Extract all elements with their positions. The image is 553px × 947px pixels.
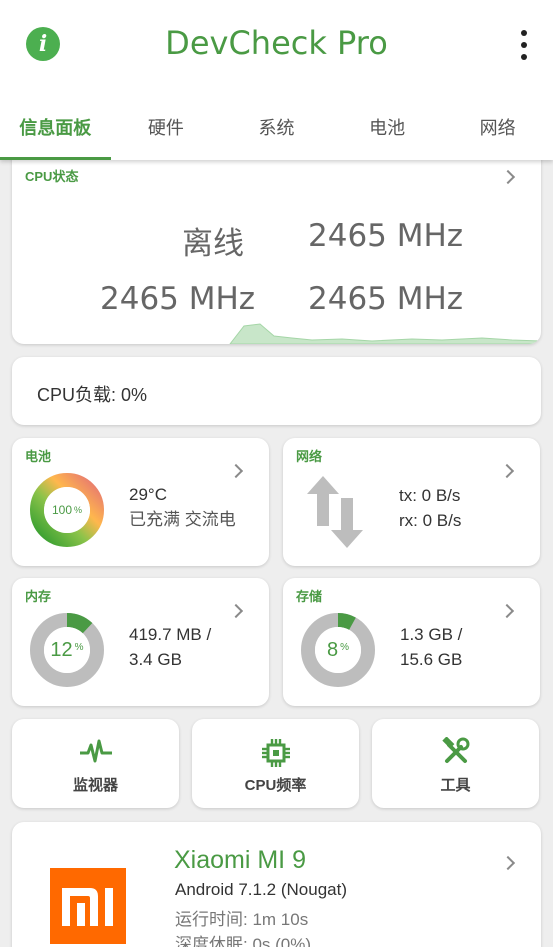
storage-usage-ring: 8 % (301, 613, 375, 687)
battery-status: 已充满 交流电 (129, 510, 236, 529)
memory-label: 内存 (25, 589, 52, 604)
tab-bar: 信息面板 硬件 系统 电池 网络 (0, 96, 553, 160)
memory-usage-ring: 12 % (30, 613, 104, 687)
chevron-right-icon (499, 463, 515, 479)
cpu-status-label: CPU状态 (25, 169, 79, 184)
device-name: Xiaomi MI 9 (174, 846, 306, 874)
tab-hardware[interactable]: 硬件 (111, 96, 222, 160)
storage-percent-unit: % (340, 641, 350, 653)
battery-level-ring: 100 % (30, 473, 104, 547)
android-version: Android 7.1.2 (Nougat) (175, 880, 347, 899)
chevron-right-icon (499, 603, 515, 619)
app-title: DevCheck Pro (165, 24, 388, 62)
pulse-icon (79, 739, 112, 763)
tab-network[interactable]: 网络 (442, 96, 553, 160)
tab-battery[interactable]: 电池 (332, 96, 443, 160)
more-options-icon[interactable] (517, 30, 531, 60)
battery-card[interactable]: 电池 100 % 29°C 已充满 交流电 (12, 438, 269, 566)
memory-percent-unit: % (74, 641, 84, 653)
chip-icon (261, 739, 290, 767)
cpu-core-2: 2465 MHz (100, 281, 256, 317)
cpu-core-1: 2465 MHz (308, 218, 464, 254)
monitor-label: 监视器 (72, 777, 118, 794)
cpu-load-sparkline (229, 323, 541, 344)
network-tx: tx: 0 B/s (399, 486, 461, 505)
chevron-right-icon (228, 603, 244, 619)
battery-level-value: 100 (51, 503, 72, 517)
battery-level-unit: % (74, 505, 83, 515)
cpu-core-3: 2465 MHz (308, 281, 464, 317)
uptime: 运行时间: 1m 10s (175, 910, 309, 929)
mi-logo (50, 868, 126, 944)
storage-label: 存储 (296, 589, 323, 604)
transfer-arrows-icon (307, 476, 363, 548)
storage-percent-value: 8 (326, 638, 339, 661)
storage-card[interactable]: 存储 8 % 1.3 GB / 15.6 GB (283, 578, 540, 706)
cpu-frequency-button[interactable]: CPU频率 (192, 719, 359, 808)
network-rx: rx: 0 B/s (399, 511, 462, 530)
storage-total: 15.6 GB (400, 650, 463, 669)
chevron-right-icon (228, 463, 244, 479)
wrench-hammer-icon (441, 737, 469, 763)
memory-percent-value: 12 (50, 638, 73, 661)
app-bar: i DevCheck Pro 信息面板 硬件 系统 电池 网络 (0, 0, 553, 160)
chevron-right-icon (500, 169, 516, 185)
device-card[interactable]: Xiaomi MI 9 Android 7.1.2 (Nougat) 运行时间:… (12, 822, 541, 947)
tools-label: 工具 (440, 777, 471, 794)
deep-sleep: 深度休眠: 0s (0%) (175, 935, 312, 947)
tools-button[interactable]: 工具 (372, 719, 539, 808)
cpu-load-card[interactable]: CPU负载: 0% (12, 357, 541, 425)
battery-temperature: 29°C (129, 485, 167, 504)
storage-used: 1.3 GB / (400, 625, 463, 644)
memory-card[interactable]: 内存 12 % 419.7 MB / 3.4 GB (12, 578, 269, 706)
memory-total: 3.4 GB (129, 650, 182, 669)
cpu-core-0: 离线 (182, 226, 244, 262)
monitor-button[interactable]: 监视器 (12, 719, 179, 808)
network-label: 网络 (296, 449, 323, 464)
cpu-load-text: CPU负载: 0% (37, 385, 148, 405)
tab-system[interactable]: 系统 (221, 96, 332, 160)
chevron-right-icon (500, 855, 516, 871)
cpu-status-card[interactable]: CPU状态 离线 2465 MHz 2465 MHz 2465 MHz (12, 150, 541, 344)
network-card[interactable]: 网络 tx: 0 B/s rx: 0 B/s (283, 438, 540, 566)
memory-used: 419.7 MB / (129, 625, 212, 644)
tab-dashboard[interactable]: 信息面板 (0, 96, 111, 160)
cpu-frequency-label: CPU频率 (244, 777, 307, 794)
battery-label: 电池 (25, 449, 52, 464)
